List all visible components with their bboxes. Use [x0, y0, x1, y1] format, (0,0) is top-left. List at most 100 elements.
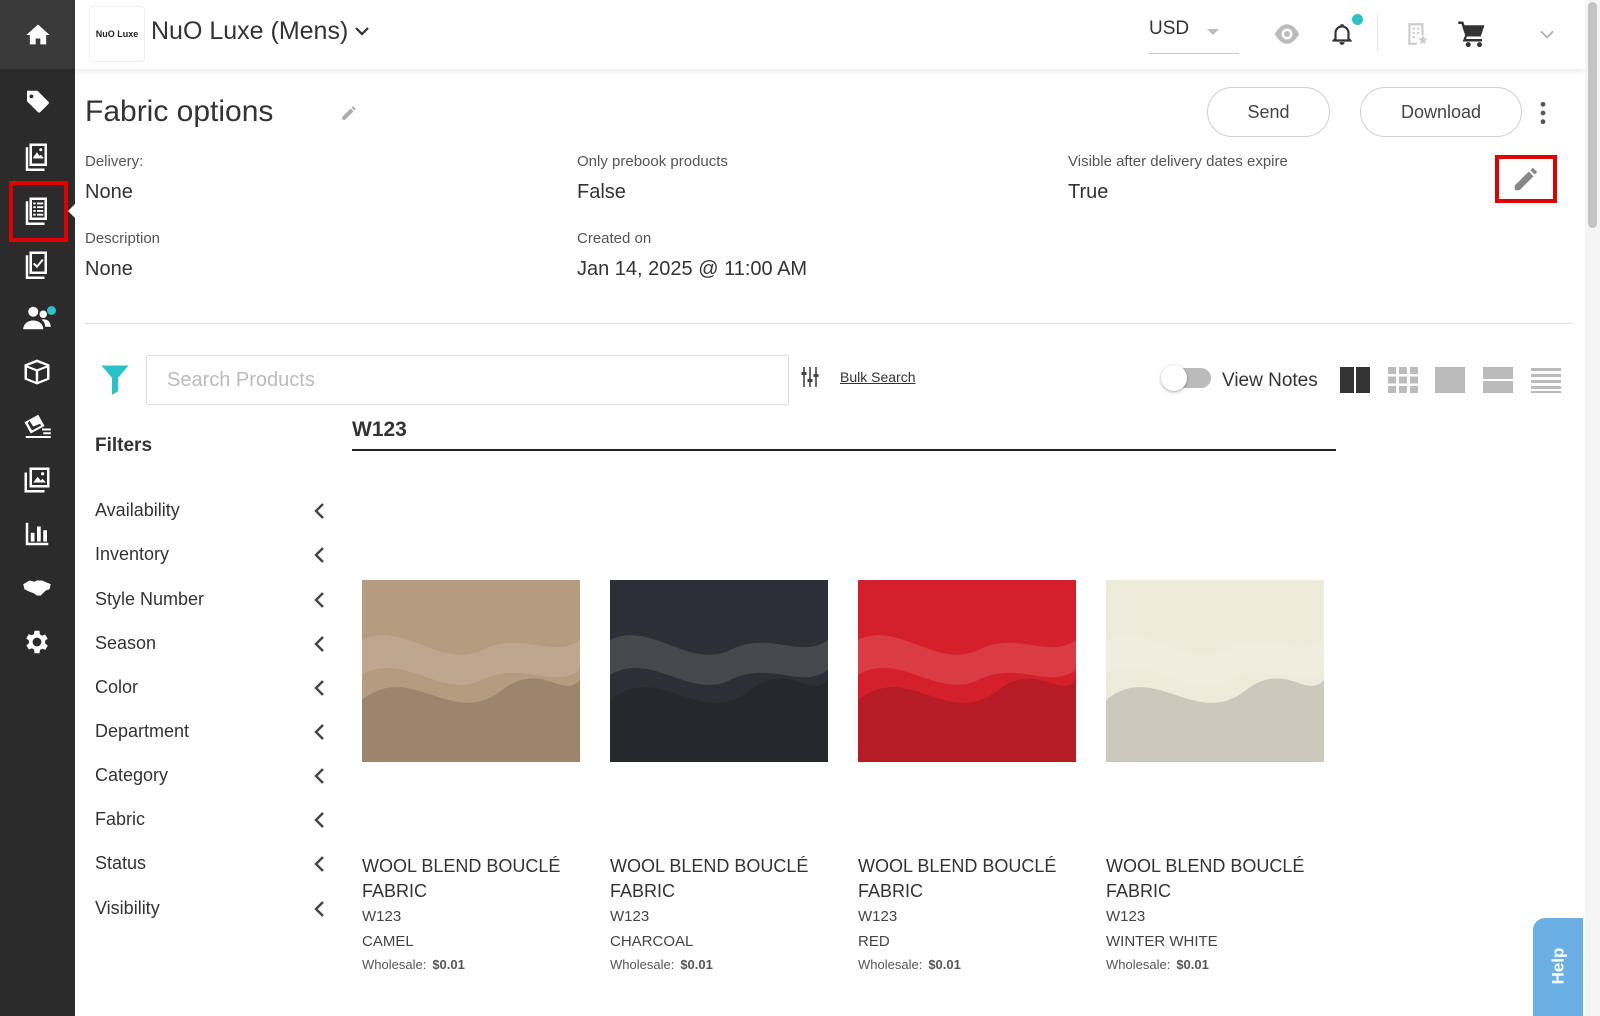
product-name: WOOL BLEND BOUCLÉ FABRIC [1106, 856, 1305, 901]
product-card[interactable]: WOOL BLEND BOUCLÉ FABRIC W123 WINTER WHITE… [1106, 580, 1324, 976]
nav-settings[interactable] [16, 621, 58, 663]
download-button[interactable]: Download [1360, 87, 1522, 137]
product-card[interactable]: WOOL BLEND BOUCLÉ FABRIC W123 CHARCOAL Whol… [610, 580, 828, 976]
view-rows-icon[interactable] [1482, 366, 1514, 394]
product-name: WOOL BLEND BOUCLÉ FABRIC [362, 856, 561, 901]
filter-fabric[interactable]: Fabric [95, 809, 325, 839]
filter-label: Inventory [95, 544, 170, 564]
favorites-button[interactable] [1400, 17, 1434, 51]
visible-after-value: True [1068, 181, 1109, 203]
filter-department[interactable]: Department [95, 721, 325, 751]
filters-title: Filters [95, 435, 153, 456]
edit-title-icon[interactable] [340, 104, 358, 122]
product-sku: W123 [1106, 908, 1146, 925]
product-image[interactable] [1106, 580, 1324, 762]
cart-button[interactable] [1455, 17, 1489, 51]
chevron-left-icon [314, 547, 324, 563]
nav-products[interactable] [16, 351, 58, 393]
chevron-left-icon [314, 901, 324, 917]
chevron-left-icon [314, 636, 324, 652]
filter-inventory[interactable]: Inventory [95, 544, 325, 574]
send-button[interactable]: Send [1207, 87, 1330, 137]
product-image[interactable] [858, 580, 1076, 762]
brand-logo[interactable]: NuO Luxe [89, 6, 145, 62]
eye-icon [1274, 24, 1300, 44]
chevron-down-icon [1540, 30, 1554, 39]
prebook-label: Only prebook products [577, 153, 728, 170]
view-list-icon[interactable] [1530, 366, 1562, 394]
filter-season[interactable]: Season [95, 633, 325, 663]
search-input[interactable] [146, 355, 789, 405]
bulk-search-link[interactable]: Bulk Search [840, 369, 915, 385]
product-color: WINTER WHITE [1106, 933, 1218, 950]
help-tab[interactable]: Help [1533, 918, 1583, 1016]
account-menu-button[interactable] [1530, 17, 1564, 51]
page-title: Fabric options [85, 95, 274, 128]
view-large-grid-icon[interactable] [1339, 366, 1371, 394]
toggle-knob [1161, 365, 1187, 391]
chevron-left-icon [314, 812, 324, 828]
bar-chart-icon [25, 522, 49, 546]
filter-funnel-icon[interactable] [100, 363, 130, 395]
filter-label: Visibility [95, 898, 160, 918]
nav-media[interactable] [16, 459, 58, 501]
toolbar-separator [1377, 14, 1378, 52]
more-options-icon[interactable] [1538, 100, 1548, 126]
group-underline [352, 449, 1336, 451]
fabric-swatch-image [362, 580, 580, 762]
customers-notification-dot [47, 306, 56, 315]
wholesale-price: $0.01 [928, 957, 961, 972]
nav-customers[interactable] [16, 297, 58, 339]
chevron-left-icon [314, 724, 324, 740]
nav-tag[interactable] [16, 81, 58, 123]
prebook-value: False [577, 181, 626, 203]
nav-orders[interactable] [16, 243, 58, 285]
filter-label: Fabric [95, 809, 146, 829]
nav-reports[interactable] [16, 513, 58, 555]
gear-icon [26, 630, 48, 654]
filter-availability[interactable]: Availability [95, 500, 325, 530]
view-notes-label: View Notes [1222, 370, 1318, 391]
currency-select[interactable]: USD [1149, 12, 1239, 54]
nav-campaigns[interactable] [16, 405, 58, 447]
nav-linesheets[interactable] [16, 135, 58, 177]
product-image[interactable] [362, 580, 580, 762]
fabric-swatch-image [858, 580, 1076, 762]
filter-category[interactable]: Category [95, 765, 325, 795]
filter-label: Availability [95, 500, 180, 520]
wholesale-price: $0.01 [1176, 957, 1209, 972]
visible-after-label: Visible after delivery dates expire [1068, 153, 1288, 170]
wholesale-label: Wholesale: [610, 957, 675, 972]
wholesale-label: Wholesale: [858, 957, 923, 972]
view-single-icon[interactable] [1434, 366, 1466, 394]
filter-label: Category [95, 765, 169, 785]
product-card[interactable]: WOOL BLEND BOUCLÉ FABRIC W123 CAMEL Wholesa… [362, 580, 580, 976]
description-label: Description [85, 230, 161, 247]
starred-list-icon [1408, 23, 1428, 45]
wholesale-price: $0.01 [432, 957, 465, 972]
nav-home[interactable] [0, 0, 75, 69]
filter-color[interactable]: Color [95, 677, 325, 707]
view-small-grid-icon[interactable] [1387, 366, 1419, 394]
edit-details-button[interactable] [1495, 155, 1557, 203]
created-on-label: Created on [577, 230, 652, 247]
filter-style-number[interactable]: Style Number [95, 589, 325, 619]
sliders-icon[interactable] [801, 367, 819, 387]
delivery-value: None [85, 181, 133, 203]
product-card[interactable]: WOOL BLEND BOUCLÉ FABRIC W123 RED Wholesale… [858, 580, 1076, 976]
product-price-row: Wholesale: $0.01 [1106, 954, 1324, 976]
filter-label: Style Number [95, 589, 205, 609]
brand-name[interactable]: NuO Luxe (Mens) [151, 17, 348, 46]
caret-down-icon [1207, 29, 1219, 35]
filter-visibility[interactable]: Visibility [95, 898, 325, 928]
preview-button[interactable] [1270, 17, 1304, 51]
description-value: None [85, 258, 133, 280]
product-sku: W123 [362, 908, 402, 925]
chevron-down-icon[interactable] [353, 22, 371, 40]
scrollbar-thumb[interactable] [1588, 2, 1597, 228]
view-notes-toggle[interactable] [1161, 365, 1211, 391]
product-image[interactable] [610, 580, 828, 762]
nav-partners[interactable] [16, 567, 58, 609]
tag-icon [27, 90, 49, 113]
filter-status[interactable]: Status [95, 853, 325, 883]
